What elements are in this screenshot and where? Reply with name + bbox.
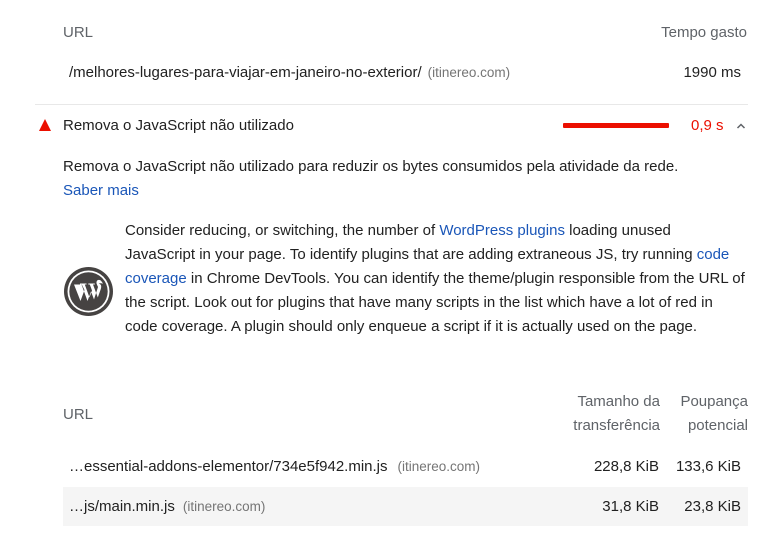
table-row: …js/main.min.js (itinereo.com) [69,498,265,516]
row-url[interactable]: /melhores-lugares-para-viajar-em-janeiro… [69,64,422,81]
audit-title[interactable]: Remova o JavaScript não utilizado [63,117,294,134]
top-table-header-url: URL [63,24,94,41]
row-savings: 133,6 KiB [675,458,741,475]
audit-savings: 0,9 s [691,117,724,134]
details-header-transfer: Tamanho da transferência [573,393,660,434]
table-row: …essential-addons-elementor/734e5f942.mi… [69,458,480,476]
warning-triangle-icon [39,119,51,131]
row-host: (itinereo.com) [427,65,511,80]
audit-description: Remova o JavaScript não utilizado para r… [63,158,679,175]
savings-bar [563,123,669,128]
row-host: (itinereo.com) [397,459,481,474]
row-url[interactable]: …essential-addons-elementor/734e5f942.mi… [69,458,388,475]
row-transfer: 228,8 KiB [593,458,659,475]
chevron-up-icon[interactable] [736,121,746,131]
row-url[interactable]: …js/main.min.js [69,498,175,515]
stack-pack-description: Consider reducing, or switching, the num… [125,219,745,339]
learn-more-link[interactable]: Saber mais [63,182,139,199]
wordpress-plugins-link[interactable]: WordPress plugins [439,222,565,239]
row-time: 1990 ms [683,64,741,81]
row-host: (itinereo.com) [182,499,266,514]
top-table-row: /melhores-lugares-para-viajar-em-janeiro… [69,64,510,82]
details-header-url: URL [63,406,94,423]
details-header-savings: Poupança potencial [680,393,748,434]
stack-text-part-3: in Chrome DevTools. You can identify the… [125,270,745,335]
row-savings: 23,8 KiB [684,498,741,515]
wordpress-logo-icon [64,267,113,316]
stack-text-part-1: Consider reducing, or switching, the num… [125,222,440,239]
top-table-header-time: Tempo gasto [661,24,747,41]
section-divider [35,104,748,105]
row-transfer: 31,8 KiB [602,498,659,515]
